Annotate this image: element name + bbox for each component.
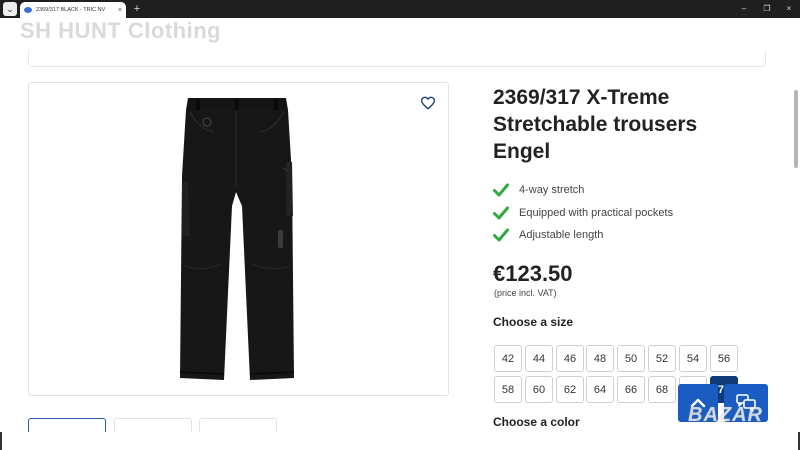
- price-note: (price incl. VAT): [494, 288, 557, 298]
- size-option[interactable]: 46: [556, 345, 584, 372]
- check-icon: [493, 183, 509, 197]
- feature-item: 4-way stretch: [493, 179, 673, 202]
- close-window-button[interactable]: ×: [778, 0, 800, 18]
- window-edge-left: [0, 432, 2, 450]
- new-tab-button[interactable]: +: [131, 2, 143, 16]
- browser-chrome: ⌄ 2369/317 BLACK - TRIC NV × + – ❐ ×: [0, 0, 800, 18]
- maximize-button[interactable]: ❐: [756, 0, 778, 18]
- product-price: €123.50: [493, 261, 573, 286]
- size-option[interactable]: 44: [525, 345, 553, 372]
- size-option[interactable]: 64: [586, 376, 614, 403]
- size-option[interactable]: 62: [556, 376, 584, 403]
- header-panel: [28, 51, 766, 67]
- page-scrollbar[interactable]: [794, 90, 798, 168]
- size-option[interactable]: 58: [494, 376, 522, 403]
- chevron-down-icon: ⌄: [6, 3, 14, 14]
- product-title: 2369/317 X-Treme Stretchable trousers En…: [493, 86, 698, 163]
- feature-item: Adjustable length: [493, 224, 673, 247]
- check-icon: [493, 228, 509, 242]
- size-option[interactable]: 42: [494, 345, 522, 372]
- size-option[interactable]: 52: [648, 345, 676, 372]
- browser-tab[interactable]: 2369/317 BLACK - TRIC NV ×: [20, 2, 126, 18]
- color-heading: Choose a color: [493, 415, 580, 429]
- tab-title: 2369/317 BLACK - TRIC NV: [36, 7, 106, 13]
- browser-menu-button[interactable]: ⌄: [3, 2, 17, 16]
- size-option[interactable]: 66: [617, 376, 645, 403]
- feature-item: Equipped with practical pockets: [493, 202, 673, 225]
- size-heading: Choose a size: [493, 315, 574, 329]
- size-option[interactable]: 56: [710, 345, 738, 372]
- size-option[interactable]: 50: [617, 345, 645, 372]
- size-option[interactable]: 68: [648, 376, 676, 403]
- watermark: BAZAR: [688, 404, 763, 426]
- web-page: SH HUNT Clothing 2369/317 X-Treme Stretc…: [0, 18, 800, 450]
- feature-text: 4-way stretch: [519, 184, 585, 197]
- trousers-image[interactable]: [178, 96, 296, 382]
- window-bottom-edge: [0, 432, 800, 450]
- site-logo[interactable]: SH HUNT Clothing: [20, 18, 221, 44]
- heart-icon[interactable]: [420, 96, 436, 110]
- minimize-button[interactable]: –: [733, 0, 755, 18]
- check-icon: [493, 206, 509, 220]
- feature-text: Equipped with practical pockets: [519, 206, 674, 219]
- feature-text: Adjustable length: [519, 229, 604, 242]
- size-option[interactable]: 54: [679, 345, 707, 372]
- tab-close-icon[interactable]: ×: [118, 7, 122, 14]
- size-option[interactable]: 60: [525, 376, 553, 403]
- feature-list: 4-way stretch Equipped with practical po…: [493, 179, 673, 247]
- favicon-icon: [24, 7, 32, 13]
- size-option[interactable]: 48: [586, 345, 614, 372]
